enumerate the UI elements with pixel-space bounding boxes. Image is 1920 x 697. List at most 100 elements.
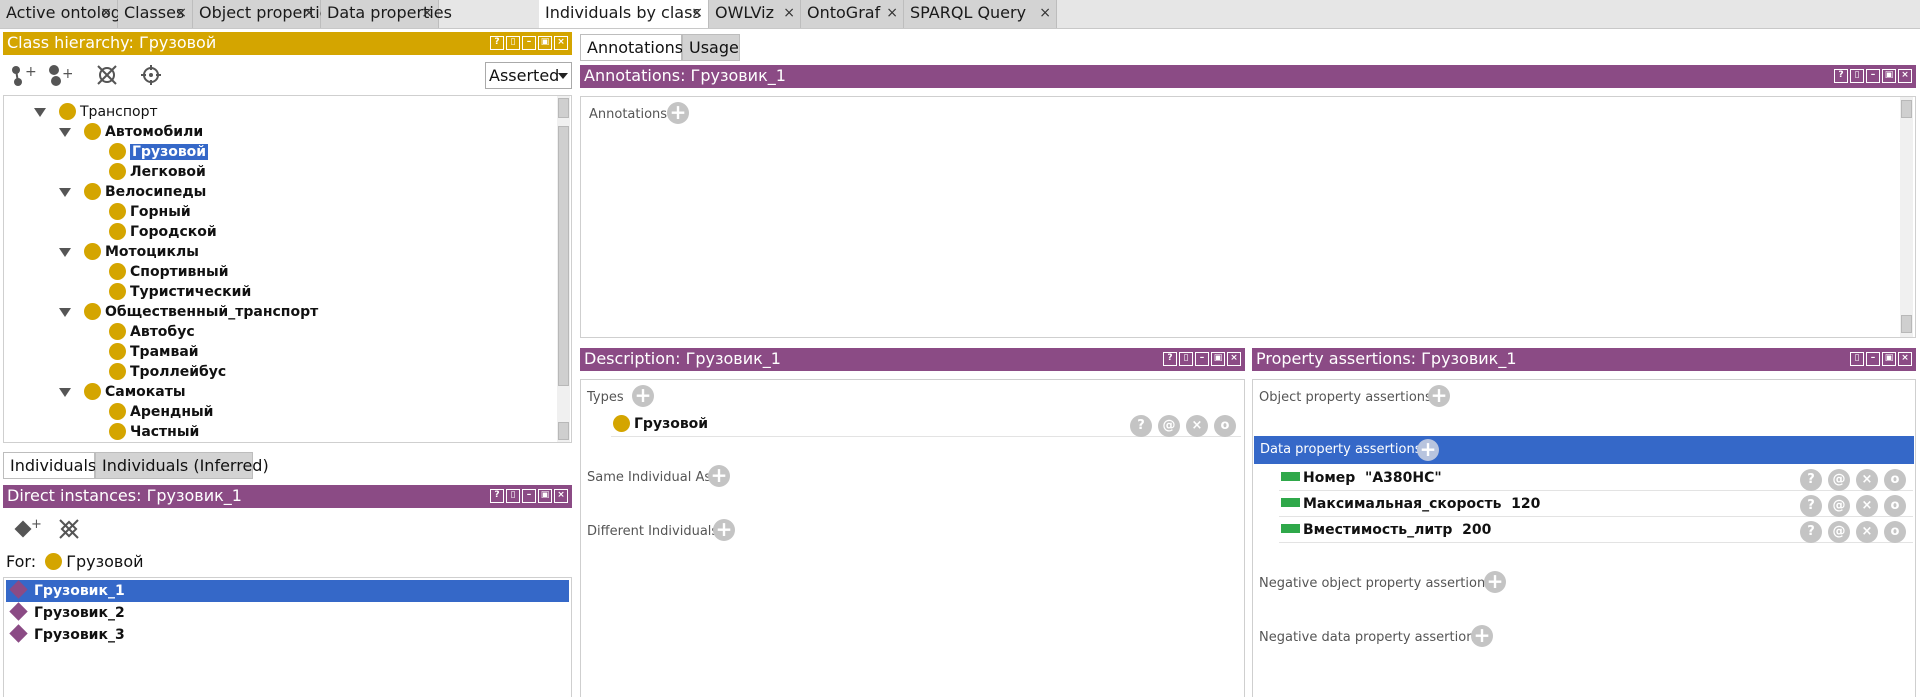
split-icon[interactable]: ▯ — [1179, 352, 1193, 366]
class-tree-scrollbar[interactable] — [557, 96, 570, 442]
split-icon[interactable]: ▯ — [506, 36, 520, 50]
tree-item-truck[interactable]: Грузовой — [109, 142, 209, 162]
tab-object-properties[interactable]: Object properties × — [193, 0, 338, 28]
close-icon[interactable]: × — [1039, 0, 1051, 26]
delete-icon[interactable]: × — [1856, 469, 1878, 491]
collapse-icon[interactable] — [59, 388, 71, 397]
minimize-icon[interactable]: – — [1866, 352, 1880, 366]
tree-item-touring[interactable]: Туристический — [109, 282, 251, 302]
split-icon[interactable]: ▯ — [506, 489, 520, 503]
explain-icon[interactable]: ? — [1800, 469, 1822, 491]
data-assertion-row[interactable]: Номер "А380НС" — [1281, 468, 1442, 488]
close-icon[interactable]: × — [303, 0, 315, 26]
tree-item-mountain[interactable]: Горный — [109, 202, 191, 222]
tab-owlviz[interactable]: OWLViz × — [709, 0, 801, 28]
add-different-individual-button[interactable]: + — [713, 519, 735, 541]
close-icon[interactable]: × — [175, 0, 187, 26]
tab-individuals-inferred[interactable]: Individuals (Inferred) — [95, 452, 269, 479]
explain-icon[interactable]: ? — [1800, 495, 1822, 517]
tab-sparql-query[interactable]: SPARQL Query × — [904, 0, 1057, 28]
tree-item-motorcycles[interactable]: Мотоциклы — [84, 242, 199, 262]
tree-item-city[interactable]: Городской — [109, 222, 217, 242]
tab-usage[interactable]: Usage — [682, 34, 740, 61]
close-icon[interactable]: × — [554, 36, 568, 50]
delete-icon[interactable]: × — [1186, 415, 1208, 437]
tab-individuals[interactable]: Individuals — [3, 452, 96, 479]
explain-icon[interactable]: ? — [1130, 415, 1152, 437]
close-icon[interactable]: × — [100, 0, 112, 26]
tree-item-bus[interactable]: Автобус — [109, 322, 195, 342]
tree-item-car[interactable]: Легковой — [109, 162, 206, 182]
maximize-icon[interactable]: ▣ — [1882, 352, 1896, 366]
tree-item-sport[interactable]: Спортивный — [109, 262, 229, 282]
edit-icon[interactable]: o — [1884, 521, 1906, 543]
annotate-icon[interactable]: @ — [1828, 469, 1850, 491]
add-same-individual-button[interactable]: + — [708, 465, 730, 487]
edit-icon[interactable]: o — [1214, 415, 1236, 437]
tab-ontograf[interactable]: OntoGraf × — [801, 0, 904, 28]
add-annotation-button[interactable]: + — [667, 102, 689, 124]
minimize-icon[interactable]: – — [1866, 69, 1880, 83]
annotate-icon[interactable]: @ — [1828, 521, 1850, 543]
tree-item-bicycles[interactable]: Велосипеды — [84, 182, 206, 202]
minimize-icon[interactable]: – — [522, 36, 536, 50]
help-icon[interactable]: ? — [1163, 352, 1177, 366]
add-negative-object-property-button[interactable]: + — [1484, 571, 1506, 593]
add-object-property-button[interactable]: + — [1428, 385, 1450, 407]
tree-item-automobiles[interactable]: Автомобили — [84, 122, 203, 142]
edit-icon[interactable]: o — [1884, 469, 1906, 491]
collapse-icon[interactable] — [59, 188, 71, 197]
tree-item-private[interactable]: Частный — [109, 422, 199, 442]
close-icon[interactable]: × — [554, 489, 568, 503]
split-icon[interactable]: ▯ — [1850, 69, 1864, 83]
add-sibling-icon[interactable]: + — [46, 62, 74, 88]
delete-individual-icon[interactable] — [56, 516, 82, 542]
maximize-icon[interactable]: ▣ — [538, 489, 552, 503]
tree-item-tram[interactable]: Трамвай — [109, 342, 199, 362]
tree-item-rental[interactable]: Арендный — [109, 402, 213, 422]
tree-item-scooters[interactable]: Самокаты — [84, 382, 186, 402]
tab-classes[interactable]: Classes × — [118, 0, 193, 28]
annotate-icon[interactable]: @ — [1828, 495, 1850, 517]
tab-annotations[interactable]: Annotations — [580, 34, 683, 61]
minimize-icon[interactable]: – — [1195, 352, 1209, 366]
tree-item-public-transport[interactable]: Общественный_транспорт — [84, 302, 318, 322]
tree-item-transport[interactable]: Транспорт — [59, 102, 158, 122]
edit-icon[interactable]: o — [1884, 495, 1906, 517]
add-subclass-icon[interactable]: + — [10, 62, 37, 88]
collapse-icon[interactable] — [59, 248, 71, 257]
annotations-scrollbar[interactable] — [1900, 97, 1913, 337]
collapse-icon[interactable] — [34, 108, 46, 117]
help-icon[interactable]: ? — [1834, 69, 1848, 83]
delete-icon[interactable]: × — [1856, 495, 1878, 517]
maximize-icon[interactable]: ▣ — [538, 36, 552, 50]
close-icon[interactable]: × — [1227, 352, 1241, 366]
explain-icon[interactable]: ? — [1800, 521, 1822, 543]
list-item[interactable]: Грузовик_1 — [6, 579, 569, 602]
add-negative-data-property-button[interactable]: + — [1471, 625, 1493, 647]
close-icon[interactable]: × — [421, 0, 433, 26]
help-icon[interactable]: ? — [490, 489, 504, 503]
tab-data-properties[interactable]: Data properties × — [321, 0, 452, 28]
close-icon[interactable]: × — [1898, 352, 1912, 366]
annotate-icon[interactable]: @ — [1158, 415, 1180, 437]
list-item[interactable]: Грузовик_2 — [6, 601, 125, 624]
data-property-section[interactable]: Data property assertions + — [1254, 436, 1914, 464]
collapse-icon[interactable] — [59, 308, 71, 317]
data-assertion-row[interactable]: Максимальная_скорость 120 — [1281, 494, 1540, 514]
close-icon[interactable]: × — [783, 0, 795, 26]
tab-active-ontology[interactable]: Active ontology × — [0, 0, 130, 28]
maximize-icon[interactable]: ▣ — [1211, 352, 1225, 366]
target-icon[interactable] — [138, 62, 164, 88]
list-item[interactable]: Грузовик_3 — [6, 623, 125, 646]
close-icon[interactable]: × — [1898, 69, 1912, 83]
delete-icon[interactable]: × — [1856, 521, 1878, 543]
minimize-icon[interactable]: – — [522, 489, 536, 503]
type-row[interactable]: Грузовой — [613, 414, 708, 434]
tab-individuals-by-class[interactable]: Individuals by class × — [539, 0, 709, 28]
collapse-icon[interactable] — [59, 128, 71, 137]
data-assertion-row[interactable]: Вместимость_литр 200 — [1281, 520, 1491, 540]
close-icon[interactable]: × — [691, 0, 703, 26]
split-icon[interactable]: ▯ — [1850, 352, 1864, 366]
tree-item-trolleybus[interactable]: Троллейбус — [109, 362, 226, 382]
